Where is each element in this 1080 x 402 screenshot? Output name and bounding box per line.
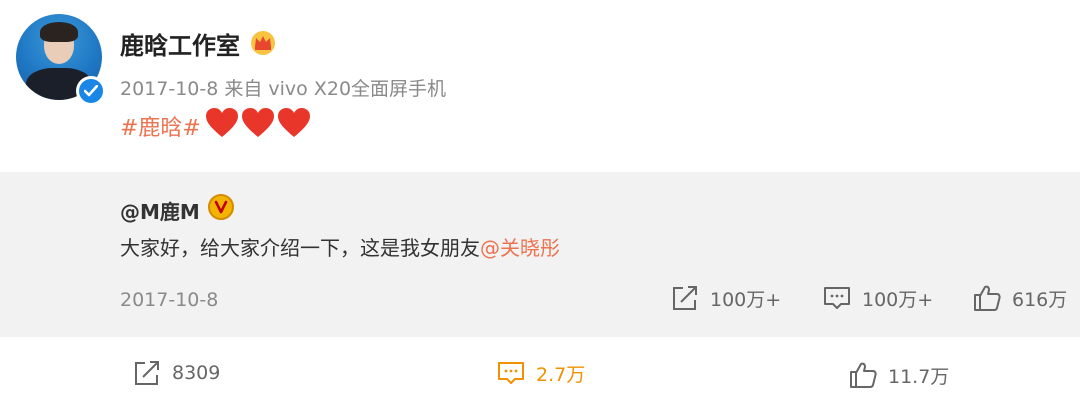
repost-like-count: 616万	[1012, 288, 1068, 311]
like-button[interactable]: 11.7万	[848, 360, 949, 390]
hashtag-link[interactable]: #鹿晗#	[120, 110, 201, 142]
heart-emoji-row	[205, 107, 311, 139]
avatar-hair	[40, 22, 78, 42]
share-count: 8309	[172, 362, 221, 384]
share-icon	[135, 361, 159, 385]
post-meta: 2017-10-8 来自 vivo X20全面屏手机	[120, 78, 447, 100]
comment-count: 2.7万	[536, 363, 586, 386]
repost-body-text: 大家好，给大家介绍一下，这是我女朋友	[120, 236, 480, 260]
heart-icon	[242, 108, 274, 137]
comment-icon	[824, 287, 850, 309]
heart-icon	[206, 108, 238, 137]
repost-like-button[interactable]: 616万	[972, 283, 1067, 313]
repost-comment-button[interactable]: 100万+	[822, 283, 933, 313]
v-badge-icon	[208, 194, 234, 220]
comment-icon	[498, 362, 524, 384]
crown-icon	[250, 30, 276, 56]
like-count: 11.7万	[888, 365, 950, 388]
post-author-name[interactable]: 鹿晗工作室	[120, 26, 240, 61]
share-button[interactable]: 8309	[132, 358, 220, 388]
share-icon	[673, 286, 697, 310]
verified-badge-icon	[76, 76, 106, 106]
heart-icon	[278, 108, 310, 137]
comment-button[interactable]: 2.7万	[496, 358, 585, 388]
repost-date: 2017-10-8	[120, 289, 219, 311]
repost-share-count: 100万+	[710, 288, 782, 311]
thumbs-up-icon	[850, 362, 877, 388]
thumbs-up-icon	[974, 285, 1001, 311]
repost-share-button[interactable]: 100万+	[670, 283, 781, 313]
mention-link[interactable]: @关晓彤	[480, 236, 560, 260]
repost-author-name[interactable]: @M鹿M	[120, 196, 200, 225]
repost-comment-count: 100万+	[862, 288, 934, 311]
repost-text: 大家好，给大家介绍一下，这是我女朋友@关晓彤	[120, 232, 560, 261]
